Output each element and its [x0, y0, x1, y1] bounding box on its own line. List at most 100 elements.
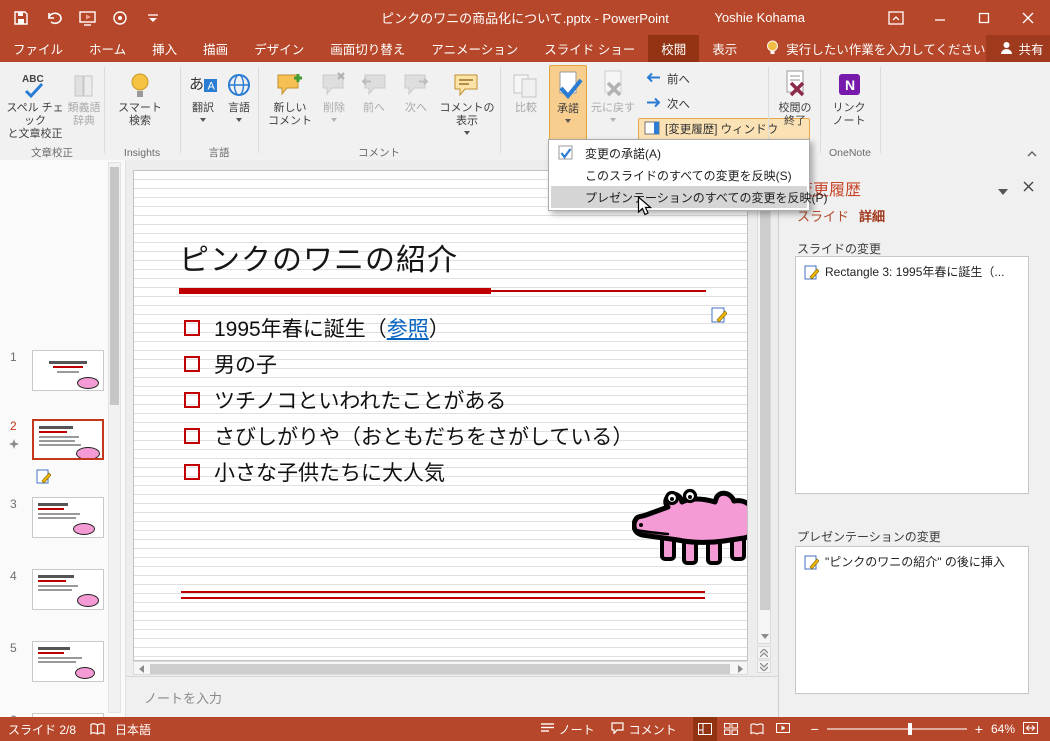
notes-placeholder[interactable]: ノートを入力 [144, 688, 222, 707]
tab-slideshow[interactable]: スライド ショー [531, 35, 648, 62]
pane-close-icon[interactable] [1023, 179, 1034, 197]
previous-comment-button[interactable]: 前へ [354, 65, 394, 145]
slide-thumbnail[interactable] [32, 497, 104, 538]
view-slideshow-button[interactable] [771, 717, 795, 741]
reject-change-button[interactable]: 元に戻す [590, 65, 636, 145]
slide-changes-label: スライドの変更 [797, 242, 882, 256]
tell-me-box[interactable]: 実行したい作業を入力してください [766, 35, 986, 62]
tab-animations[interactable]: アニメーション [418, 35, 531, 62]
slide-thumbnail[interactable] [32, 350, 104, 391]
zoom-slider-thumb[interactable] [907, 723, 912, 735]
bullet-item[interactable]: 男の子 [184, 347, 277, 381]
menu-item-accept-all-presentation[interactable]: プレゼンテーションのすべての変更を反映(P) [551, 186, 827, 208]
bullet-item[interactable]: さびしがりや（おともだちをさがしている） [184, 419, 633, 453]
bullet-item[interactable]: 小さな子供たちに大人気 [184, 455, 445, 489]
scroll-left-icon[interactable] [134, 662, 148, 676]
revision-marker-icon[interactable] [36, 469, 52, 490]
language-button[interactable]: 言語 [222, 65, 256, 145]
proofing-status-icon[interactable] [90, 723, 105, 735]
slide-thumbnail[interactable] [32, 569, 104, 610]
tab-insert[interactable]: 挿入 [139, 35, 190, 62]
slide-title[interactable]: ピンクのワニの紹介 [179, 235, 458, 279]
comments-toggle[interactable]: コメント [610, 721, 677, 738]
undo-icon[interactable] [45, 9, 63, 27]
show-comments-button[interactable]: コメントの 表示 [438, 65, 496, 145]
scroll-down-icon[interactable] [758, 629, 772, 643]
slide-number: 4 [10, 569, 17, 583]
compare-button[interactable]: 比較 [506, 65, 546, 145]
pane-menu-icon[interactable] [998, 182, 1008, 200]
tab-transitions[interactable]: 画面切り替え [317, 35, 418, 62]
tab-review[interactable]: 校閲 [648, 35, 700, 62]
menu-item-accept-all-slide[interactable]: このスライドのすべての変更を反映(S) [551, 164, 807, 186]
next-comment-icon [403, 65, 429, 99]
slide-horizontal-scrollbar[interactable] [133, 661, 748, 675]
start-slideshow-icon[interactable] [78, 9, 96, 27]
new-comment-button[interactable]: 新しい コメント [266, 65, 314, 145]
bullet-square-icon [184, 356, 200, 372]
linked-notes-button[interactable]: N リンク ノート [826, 65, 872, 145]
slide-thumbnail-selected[interactable] [32, 419, 104, 460]
thumbnail-scrollbar[interactable] [108, 162, 121, 713]
previous-change-button[interactable]: 前へ [640, 68, 704, 90]
menu-item-accept-change[interactable]: 変更の承諾(A) [551, 142, 807, 164]
next-comment-button[interactable]: 次へ [396, 65, 436, 145]
bullet-item[interactable]: 1995年春に誕生（参照） [184, 311, 450, 345]
ribbon-display-options-icon[interactable] [874, 0, 918, 35]
accept-change-button[interactable]: 承諾 [549, 65, 587, 145]
translate-button[interactable]: あA 翻訳 [186, 65, 220, 145]
view-slide-sorter-button[interactable] [719, 717, 743, 741]
delete-comment-icon [321, 65, 347, 99]
slide-canvas[interactable]: ピンクのワニの紹介 1995年春に誕生（参照） 男の子 ツチノコといわれたことが… [133, 170, 748, 661]
maximize-button[interactable] [962, 0, 1006, 35]
notes-pane[interactable]: ノートを入力 [126, 676, 778, 717]
account-user-name[interactable]: Yoshie Kohama [714, 0, 805, 35]
touch-mode-icon[interactable] [111, 9, 129, 27]
slide-counter[interactable]: スライド 2/8 [8, 721, 76, 738]
bullet-item[interactable]: ツチノコといわれたことがある [184, 383, 506, 417]
group-label-insights: Insights [123, 147, 161, 159]
zoom-fit-icon[interactable] [1023, 721, 1038, 737]
title-bar: ピンクのワニの商品化について.pptx - PowerPoint Yoshie … [0, 0, 1050, 35]
revision-marker-icon[interactable] [711, 307, 728, 329]
smart-lookup-button[interactable]: スマート 検索 [112, 65, 168, 145]
zoom-out-button[interactable]: − [811, 721, 819, 737]
pink-crocodile-drawing[interactable] [631, 485, 747, 578]
scroll-right-icon[interactable] [733, 662, 747, 676]
tab-file[interactable]: ファイル [0, 35, 76, 62]
view-normal-button[interactable] [692, 717, 717, 741]
svg-text:A: A [208, 81, 216, 93]
tab-home[interactable]: ホーム [76, 35, 139, 62]
zoom-slider[interactable] [826, 723, 967, 735]
next-change-button[interactable]: 次へ [640, 93, 704, 115]
revisions-tab-details[interactable]: 詳細 [859, 206, 885, 225]
close-button[interactable] [1006, 0, 1050, 35]
next-slide-button[interactable] [757, 660, 771, 673]
previous-change-icon [645, 71, 662, 87]
input-language[interactable]: 日本語 [115, 721, 151, 738]
tab-view[interactable]: 表示 [699, 35, 750, 62]
minimize-button[interactable] [918, 0, 962, 35]
slide-change-item[interactable]: Rectangle 3: 1995年春に誕生（... [796, 257, 1028, 286]
slide-vertical-scrollbar[interactable] [757, 165, 771, 644]
customize-qat-icon[interactable] [144, 9, 162, 27]
tab-draw[interactable]: 描画 [190, 35, 241, 62]
group-label-proofing: 文章校正 [31, 147, 73, 159]
save-icon[interactable] [12, 9, 30, 27]
notes-toggle[interactable]: ノート [540, 721, 595, 738]
tell-me-label: 実行したい作業を入力してください [786, 43, 986, 57]
view-reading-button[interactable] [745, 717, 769, 741]
zoom-level[interactable]: 64% [991, 722, 1015, 736]
zoom-in-button[interactable]: + [975, 721, 983, 737]
slide-thumbnail[interactable] [32, 641, 104, 682]
hyperlink[interactable]: 参照 [387, 318, 429, 341]
presentation-change-item[interactable]: "ピンクのワニの紹介" の後に挿入 [796, 547, 1028, 576]
previous-slide-button[interactable] [757, 646, 771, 659]
end-review-button[interactable]: 校閲の 終了 [773, 65, 817, 145]
status-notes-icon [540, 722, 554, 736]
delete-comment-button[interactable]: 削除 [316, 65, 352, 145]
spell-check-button[interactable]: ABC スペル チェック と文章校正 [6, 65, 64, 145]
thesaurus-button[interactable]: 類義語 辞典 [64, 65, 104, 145]
share-button[interactable]: 共有 [985, 35, 1050, 62]
tab-design[interactable]: デザイン [241, 35, 317, 62]
